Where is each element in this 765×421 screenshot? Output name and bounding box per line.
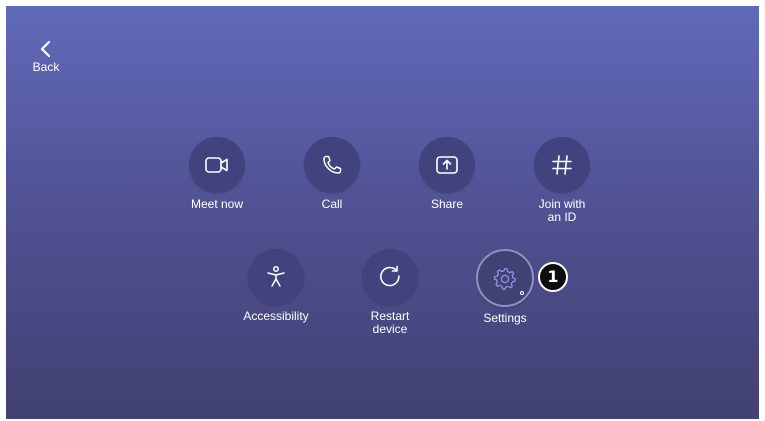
video-camera-icon <box>205 157 228 173</box>
meet-now-circle[interactable] <box>189 137 245 193</box>
join-with-id-label: Join with an ID <box>538 197 586 224</box>
meet-now-label: Meet now <box>190 197 244 211</box>
restart-device-button[interactable]: Restart device <box>340 249 440 336</box>
accessibility-icon <box>267 266 285 287</box>
join-with-id-circle[interactable] <box>534 137 590 193</box>
back-button[interactable]: Back <box>32 40 60 74</box>
back-label: Back <box>32 60 60 74</box>
share-circle[interactable] <box>419 137 475 193</box>
accessibility-label: Accessibility <box>243 309 309 323</box>
call-button[interactable]: Call <box>282 137 382 211</box>
focus-indicator <box>520 291 524 295</box>
settings-circle[interactable] <box>476 249 534 307</box>
share-screen-icon <box>436 156 458 174</box>
accessibility-button[interactable]: Accessibility <box>226 249 326 323</box>
device-home-screen: Back Meet now Call Share Join with an ID… <box>6 6 759 419</box>
restart-device-label: Restart device <box>370 309 410 336</box>
gear-icon <box>493 267 516 291</box>
restart-icon <box>380 265 400 287</box>
call-circle[interactable] <box>304 137 360 193</box>
meet-now-button[interactable]: Meet now <box>167 137 267 211</box>
join-with-id-button[interactable]: Join with an ID <box>512 137 612 224</box>
restart-device-circle[interactable] <box>362 249 418 305</box>
settings-button[interactable]: Settings <box>455 249 555 325</box>
call-label: Call <box>321 197 343 211</box>
phone-icon <box>323 155 342 174</box>
share-label: Share <box>430 197 464 211</box>
settings-label: Settings <box>483 311 527 325</box>
chevron-left-icon <box>40 40 51 58</box>
hash-icon <box>552 155 572 175</box>
accessibility-circle[interactable] <box>248 249 304 305</box>
share-button[interactable]: Share <box>397 137 497 211</box>
callout-badge: 1 <box>538 262 568 292</box>
